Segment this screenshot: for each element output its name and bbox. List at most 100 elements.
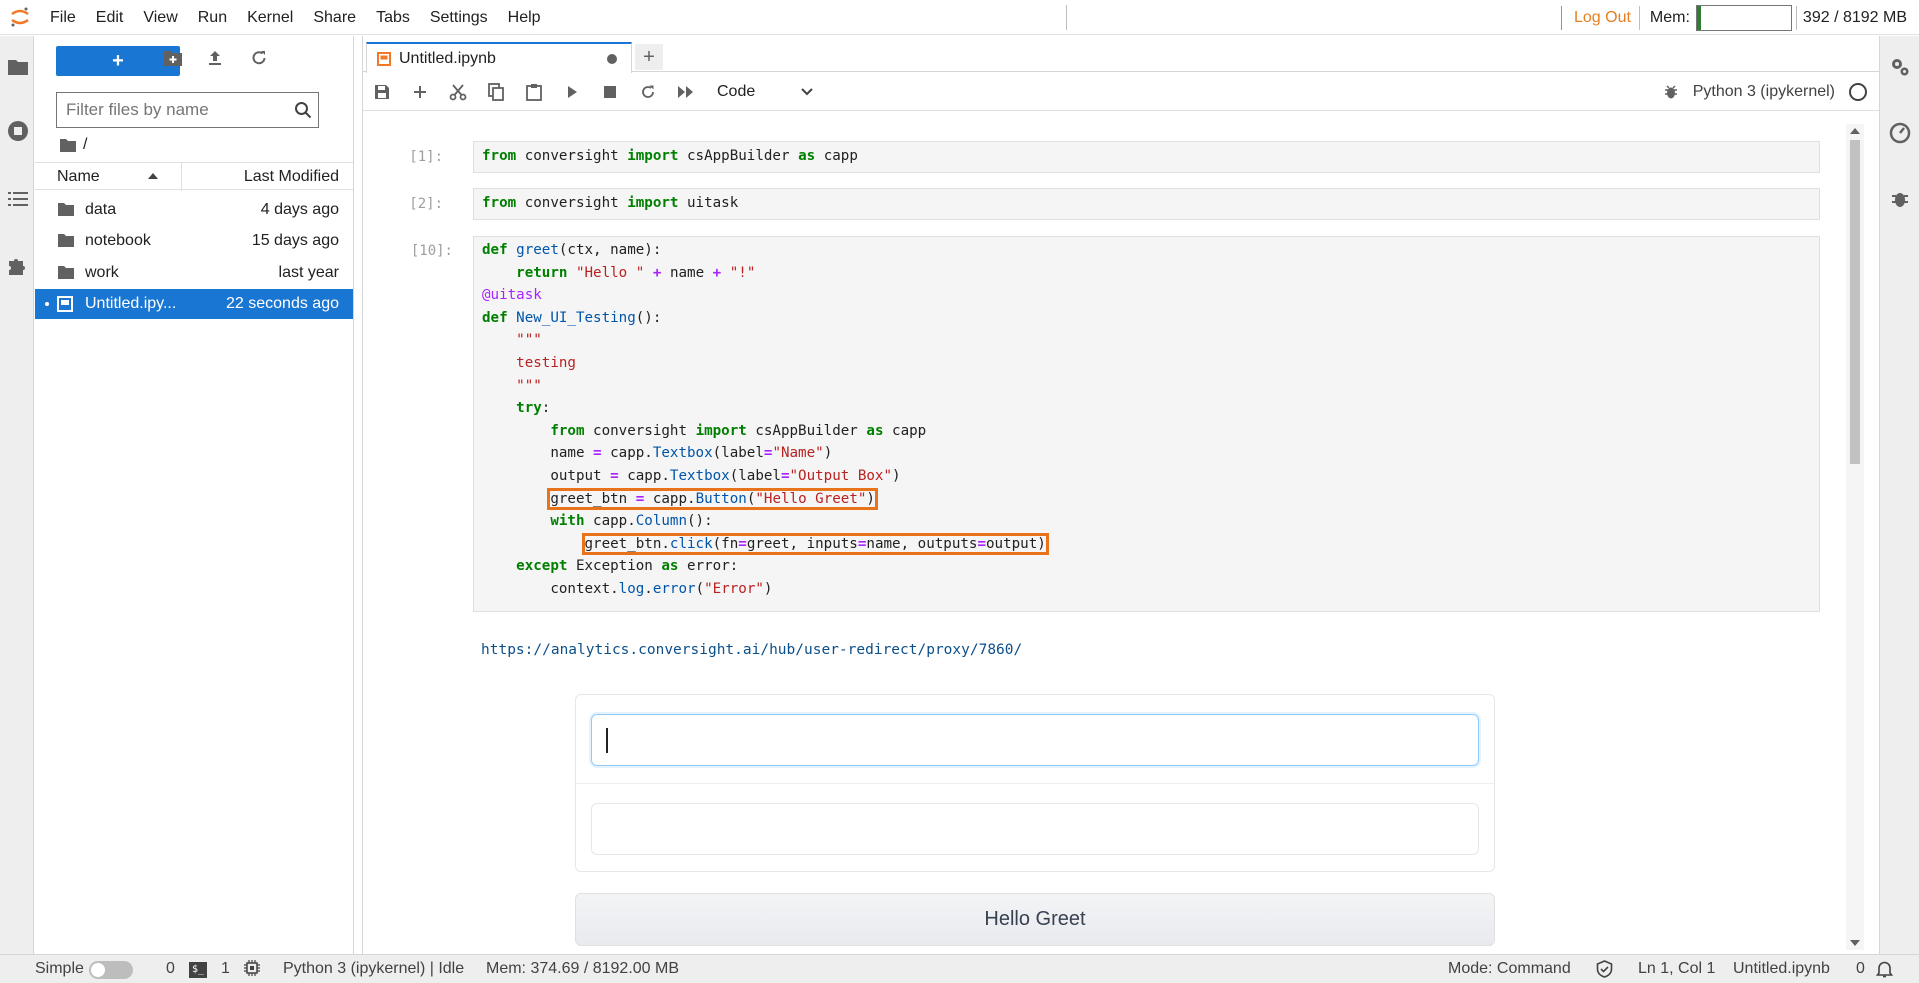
breadcrumb-folder-icon[interactable] bbox=[59, 138, 77, 153]
menu-run[interactable]: Run bbox=[188, 0, 237, 35]
file-row-untitled-notebook[interactable]: Untitled.ipy... 22 seconds ago bbox=[35, 289, 353, 319]
new-tab-button[interactable]: + bbox=[635, 44, 663, 70]
debugger-bug-icon[interactable] bbox=[1889, 188, 1911, 210]
cell-type-dropdown[interactable]: Code bbox=[717, 79, 817, 105]
notebook-tab-icon bbox=[377, 51, 391, 66]
cell-prompt: [10]: bbox=[410, 243, 453, 259]
simple-mode-toggle[interactable] bbox=[89, 961, 133, 979]
terminals-count[interactable]: 0 bbox=[166, 960, 175, 978]
memory-label: Mem: bbox=[1638, 5, 1696, 30]
highlight-box: greet_btn = capp.Button("Hello Greet") bbox=[547, 487, 878, 510]
file-browser-folder-icon[interactable] bbox=[7, 56, 29, 78]
restart-kernel-icon[interactable] bbox=[629, 77, 667, 107]
menu-settings[interactable]: Settings bbox=[420, 0, 498, 35]
new-folder-icon[interactable] bbox=[163, 49, 185, 71]
kernel-status-text[interactable]: Python 3 (ipykernel) | Idle bbox=[283, 960, 464, 978]
breadcrumb-root[interactable]: / bbox=[83, 136, 87, 154]
code-line: name = capp.Textbox(label="Name") bbox=[482, 445, 833, 462]
menu-share[interactable]: Share bbox=[303, 0, 366, 35]
simple-mode-label: Simple bbox=[35, 960, 84, 977]
file-row-data[interactable]: data 4 days ago bbox=[35, 195, 353, 225]
cell-prompt: [1]: bbox=[409, 149, 443, 165]
save-icon[interactable] bbox=[363, 77, 401, 107]
run-cell-icon[interactable] bbox=[553, 77, 591, 107]
code-line: try: bbox=[516, 400, 551, 417]
menu-help[interactable]: Help bbox=[498, 0, 551, 35]
menu-tabs[interactable]: Tabs bbox=[366, 0, 420, 35]
current-file-name: Untitled.ipynb bbox=[1733, 960, 1830, 977]
kernel-name[interactable]: Python 3 (ipykernel) bbox=[1693, 83, 1835, 101]
folder-icon bbox=[57, 265, 75, 280]
notebook-scrollbar[interactable] bbox=[1846, 124, 1864, 950]
file-name: notebook bbox=[85, 232, 151, 249]
new-launcher-button[interactable]: + bbox=[56, 46, 180, 76]
logout-button[interactable]: Log Out bbox=[1560, 5, 1639, 30]
notification-bell-icon[interactable] bbox=[1876, 960, 1893, 978]
file-browser-panel: + / Name Last Modified data 4 days ago n… bbox=[35, 36, 354, 954]
kernels-count[interactable]: 1 bbox=[221, 960, 230, 978]
column-header-name[interactable]: Name bbox=[57, 168, 100, 186]
tab-untitled-notebook[interactable]: Untitled.ipynb bbox=[366, 42, 632, 73]
file-row-work[interactable]: work last year bbox=[35, 258, 353, 288]
file-row-notebook[interactable]: notebook 15 days ago bbox=[35, 226, 353, 256]
property-inspector-gears-icon[interactable] bbox=[1889, 56, 1911, 78]
menu-view[interactable]: View bbox=[133, 0, 187, 35]
breadcrumb: / bbox=[59, 136, 87, 154]
restart-run-all-icon[interactable] bbox=[667, 77, 705, 107]
code-line-highlighted: greet_btn = capp.Button("Hello Greet") bbox=[474, 487, 1819, 511]
extension-manager-puzzle-icon[interactable] bbox=[7, 254, 29, 276]
file-modified: 4 days ago bbox=[260, 201, 339, 218]
folder-icon bbox=[57, 233, 75, 248]
hello-greet-button[interactable]: Hello Greet bbox=[575, 893, 1495, 946]
menu-edit[interactable]: Edit bbox=[86, 0, 134, 35]
menu-file[interactable]: File bbox=[40, 0, 86, 35]
menu-right-area: Log Out Mem: 392 / 8192 MB bbox=[1560, 0, 1919, 35]
output-link[interactable]: https://analytics.conversight.ai/hub/use… bbox=[481, 642, 1022, 658]
notebook-icon bbox=[57, 296, 73, 312]
menu-kernel[interactable]: Kernel bbox=[237, 0, 303, 35]
table-of-contents-icon[interactable] bbox=[7, 188, 29, 210]
code-line: output = capp.Textbox(label="Output Box"… bbox=[482, 467, 901, 484]
trusted-shield-icon[interactable] bbox=[1596, 960, 1613, 978]
sort-ascending-icon[interactable] bbox=[147, 172, 159, 180]
debugger-bug-icon[interactable] bbox=[1663, 84, 1679, 100]
search-icon[interactable] bbox=[287, 101, 318, 119]
interrupt-kernel-icon[interactable] bbox=[591, 77, 629, 107]
code-cell-1[interactable]: from conversight import csAppBuilder as … bbox=[473, 141, 1820, 173]
app-name-textbox[interactable] bbox=[591, 714, 1479, 766]
app-output-textbox[interactable] bbox=[591, 803, 1479, 855]
file-name: work bbox=[85, 264, 119, 281]
column-header-last-modified[interactable]: Last Modified bbox=[244, 168, 339, 186]
scrollbar-thumb[interactable] bbox=[1850, 140, 1860, 464]
scroll-up-arrow-icon[interactable] bbox=[1850, 128, 1860, 134]
notification-count[interactable]: 0 bbox=[1856, 960, 1865, 978]
code-line: @uitask bbox=[482, 287, 542, 304]
scroll-down-arrow-icon[interactable] bbox=[1850, 940, 1860, 946]
code-cell-3[interactable]: def greet(ctx, name): return "Hello " + … bbox=[473, 236, 1820, 612]
embedded-app-panel bbox=[575, 694, 1495, 872]
code-line: from conversight import csAppBuilder as … bbox=[550, 422, 927, 439]
refresh-icon[interactable] bbox=[250, 49, 272, 71]
unsaved-changes-dot-icon[interactable] bbox=[607, 53, 617, 64]
resource-usage-gauge-icon[interactable] bbox=[1889, 122, 1911, 144]
filter-files-box bbox=[56, 92, 319, 128]
file-name: data bbox=[85, 201, 117, 218]
code-line: context.log.error("Error") bbox=[482, 580, 773, 597]
menu-bar: File Edit View Run Kernel Share Tabs Set… bbox=[0, 0, 1919, 35]
mode-indicator[interactable]: Mode: Command bbox=[1448, 960, 1571, 978]
memory-usage-fill bbox=[1696, 5, 1702, 30]
upload-icon[interactable] bbox=[206, 49, 228, 71]
running-sessions-icon[interactable] bbox=[7, 120, 29, 142]
cursor-position[interactable]: Ln 1, Col 1 bbox=[1638, 960, 1715, 978]
code-line: """ bbox=[516, 377, 542, 394]
insert-cell-plus-icon[interactable] bbox=[401, 77, 439, 107]
file-name: Untitled.ipy... bbox=[85, 295, 177, 312]
copy-icon[interactable] bbox=[477, 77, 515, 107]
notebook-cells: [1]: from conversight import csAppBuilde… bbox=[363, 124, 1853, 950]
filter-files-input[interactable] bbox=[57, 100, 287, 120]
code-cell-2[interactable]: from conversight import uitask bbox=[473, 188, 1820, 220]
cut-icon[interactable] bbox=[439, 77, 477, 107]
kernel-idle-status-icon bbox=[1849, 83, 1867, 101]
paste-icon[interactable] bbox=[515, 77, 553, 107]
terminal-icon[interactable]: $_ bbox=[189, 962, 207, 978]
